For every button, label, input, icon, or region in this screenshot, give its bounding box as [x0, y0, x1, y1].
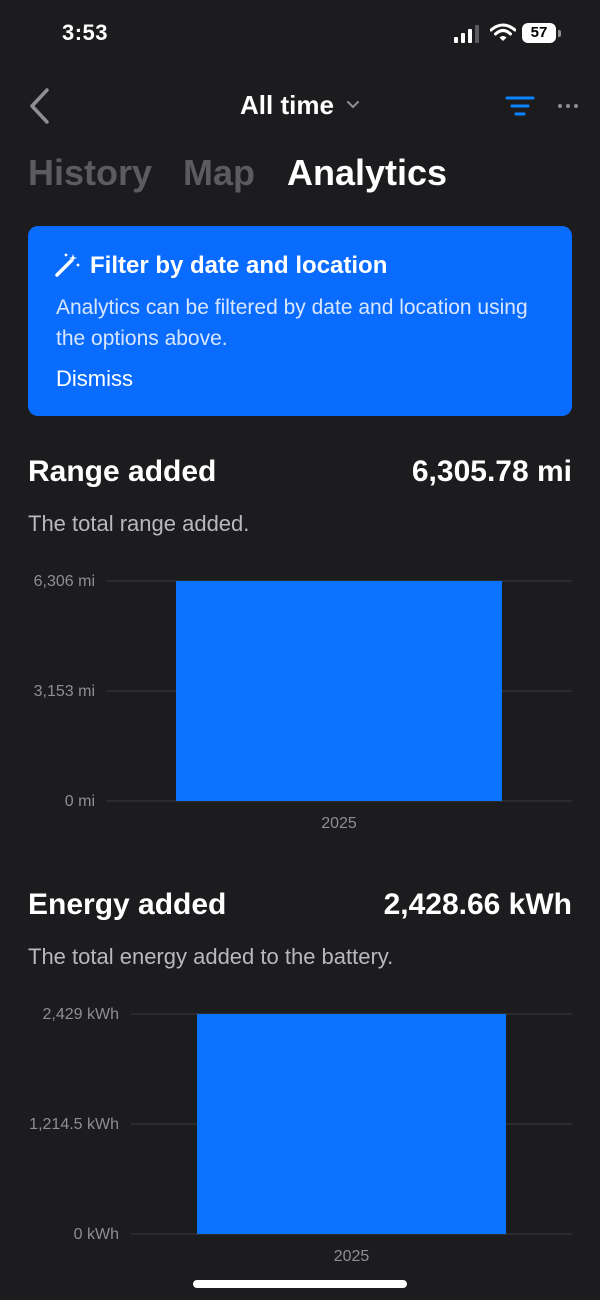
range-chart-bar — [176, 581, 502, 801]
status-time: 3:53 — [62, 20, 109, 45]
range-added-chart: 0 mi 3,153 mi 6,306 mi 2025 — [34, 573, 572, 832]
range-added-title: Range added — [28, 455, 217, 488]
range-added-value: 6,305.78 mi — [411, 455, 572, 488]
more-icon[interactable] — [557, 102, 579, 110]
energy-chart-bar — [197, 1014, 506, 1234]
tab-map[interactable]: Map — [183, 152, 255, 194]
range-chart-y-tick-label: 3,153 mi — [34, 683, 95, 700]
dismiss-button[interactable]: Dismiss — [56, 366, 133, 392]
range-chart-y-tick-label: 0 mi — [65, 793, 95, 810]
range-chart-y-tick-label: 6,306 mi — [34, 573, 95, 590]
tab-analytics[interactable]: Analytics — [287, 152, 447, 194]
filter-icon[interactable] — [505, 94, 535, 118]
wifi-icon — [490, 23, 516, 41]
energy-chart-y-tick-label: 1,214.5 kWh — [29, 1116, 119, 1133]
energy-chart-y-tick-label: 2,429 kWh — [43, 1006, 119, 1023]
banner-title: Filter by date and location — [90, 252, 388, 279]
magic-wand-icon — [55, 253, 80, 277]
filter-tip-banner: Filter by date and location Analytics ca… — [28, 226, 572, 416]
chevron-down-icon[interactable] — [346, 98, 360, 112]
navigation-bar: All time — [0, 78, 600, 138]
battery-icon: 57 — [522, 23, 562, 45]
energy-added-chart: 0 kWh 1,214.5 kWh 2,429 kWh 2025 — [29, 1006, 572, 1265]
status-bar: 3:53 57 — [0, 0, 600, 70]
back-chevron-icon[interactable] — [26, 86, 52, 126]
range-chart-x-tick-label: 2025 — [321, 815, 357, 832]
range-added-description: The total range added. — [28, 511, 250, 536]
home-indicator[interactable] — [193, 1280, 407, 1288]
energy-chart-y-tick-label: 0 kWh — [74, 1226, 119, 1243]
cellular-signal-icon — [454, 25, 479, 43]
tab-history[interactable]: History — [28, 152, 152, 194]
energy-added-title: Energy added — [28, 888, 227, 921]
energy-added-value: 2,428.66 kWh — [383, 888, 572, 921]
banner-text: Analytics can be filtered by date and lo… — [56, 296, 528, 350]
date-range-selector[interactable]: All time — [240, 90, 334, 121]
battery-level: 57 — [530, 24, 548, 41]
energy-chart-x-tick-label: 2025 — [334, 1248, 370, 1265]
energy-added-description: The total energy added to the battery. — [28, 944, 394, 969]
